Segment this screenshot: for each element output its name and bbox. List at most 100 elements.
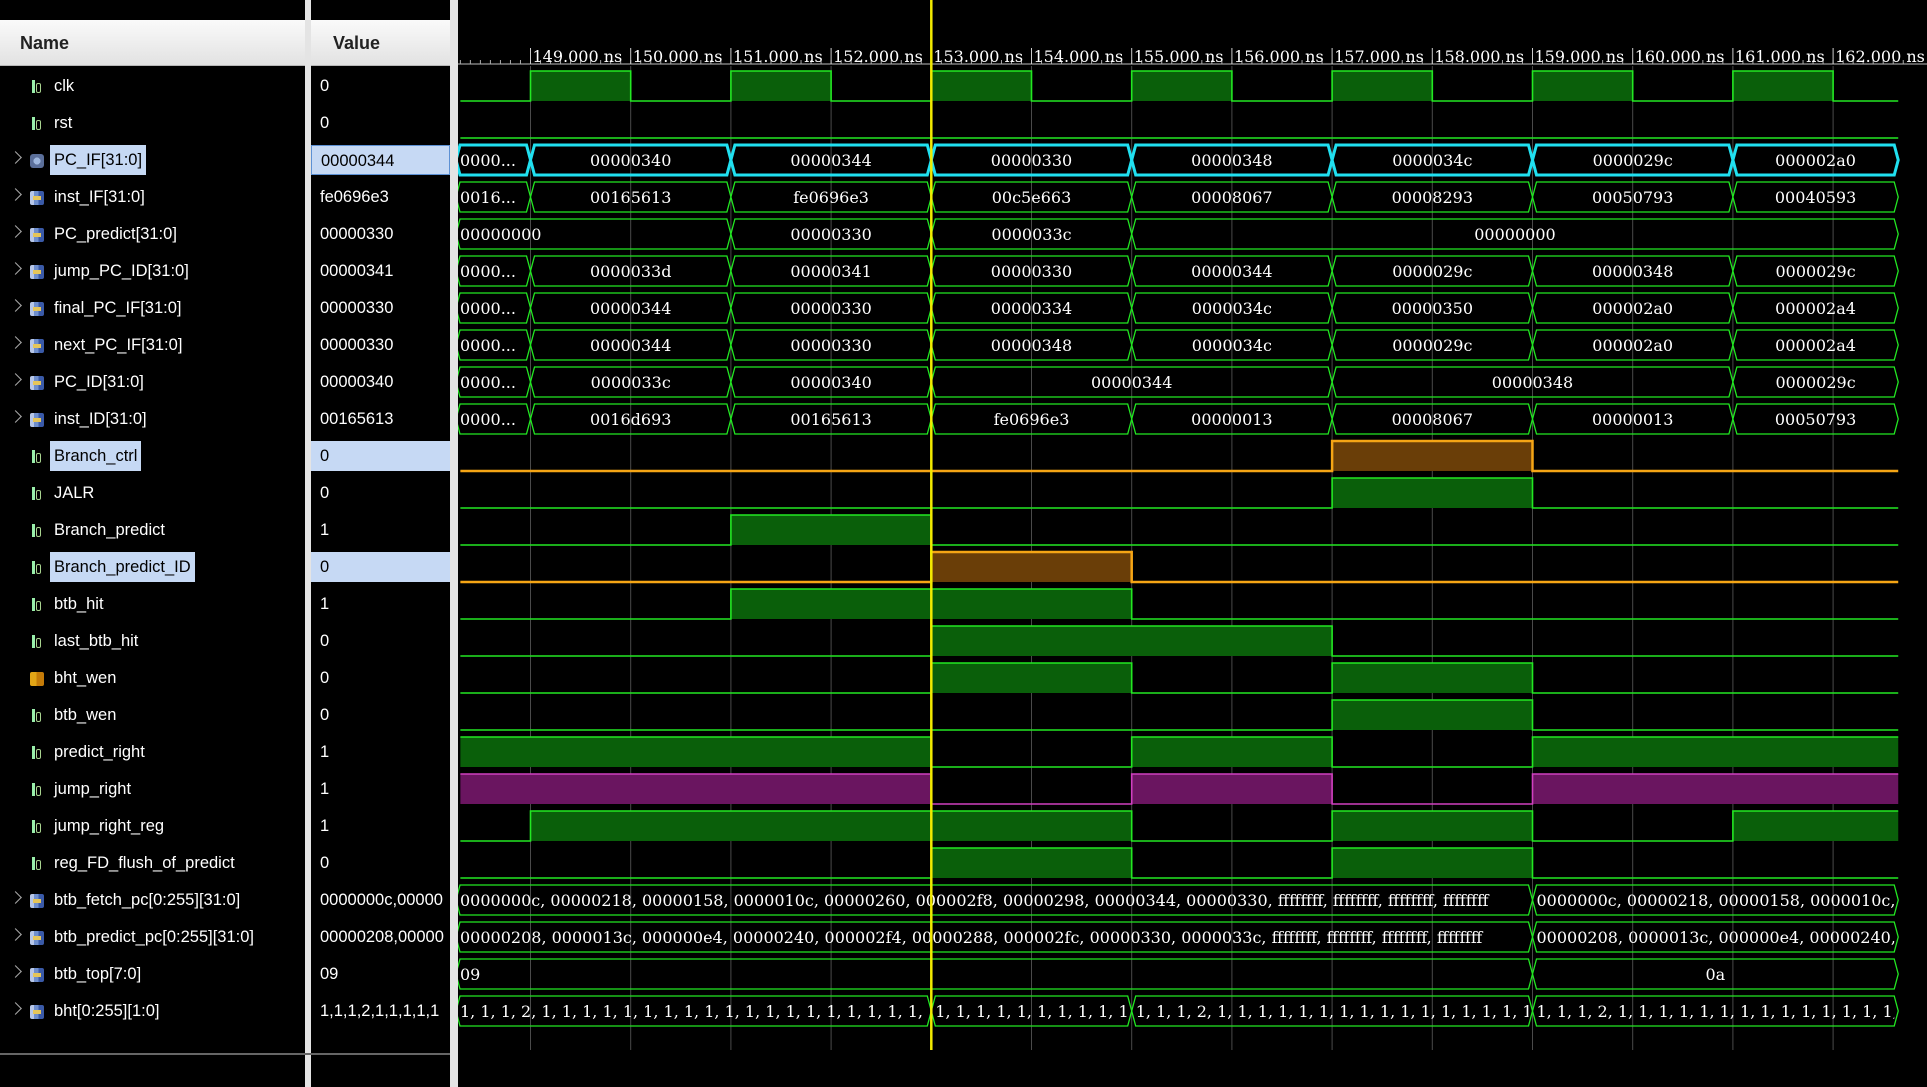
signal-name[interactable]: Branch_predict_ID — [50, 552, 195, 582]
expand-chevron-icon[interactable] — [9, 1002, 22, 1015]
expand-chevron-icon[interactable] — [9, 336, 22, 349]
signal-row[interactable]: Branch_predict_ID — [0, 552, 305, 582]
signal-row[interactable]: Branch_ctrl — [0, 441, 305, 471]
signal-value[interactable]: 0 — [311, 441, 450, 471]
signal-row[interactable]: bht_wen — [0, 663, 305, 693]
signal-name[interactable]: jump_right — [50, 774, 135, 804]
signal-row[interactable]: predict_right — [0, 737, 305, 767]
signal-name[interactable]: inst_ID[31:0] — [50, 404, 151, 434]
expand-chevron-icon[interactable] — [9, 225, 22, 238]
signal-row[interactable]: inst_IF[31:0] — [0, 182, 305, 212]
signal-name[interactable]: PC_IF[31:0] — [50, 145, 147, 175]
bit-signal-icon — [30, 561, 44, 575]
signal-value[interactable]: 00000340 — [311, 367, 450, 397]
signal-name[interactable]: bht_wen — [50, 663, 120, 693]
expand-chevron-icon[interactable] — [9, 410, 22, 423]
signal-value[interactable]: 0 — [311, 700, 450, 730]
signal-value[interactable]: 1 — [311, 811, 450, 841]
signal-value[interactable]: 00000330 — [311, 293, 450, 323]
signal-value[interactable]: 1 — [311, 737, 450, 767]
signal-value[interactable]: 0000000c,00000 — [311, 885, 450, 915]
signal-value[interactable]: 0 — [311, 552, 450, 582]
signal-name[interactable]: jump_PC_ID[31:0] — [50, 256, 193, 286]
signal-name[interactable]: final_PC_IF[31:0] — [50, 293, 186, 323]
expand-chevron-icon[interactable] — [9, 373, 22, 386]
signal-row[interactable]: bht[0:255][1:0] — [0, 996, 305, 1026]
signal-name[interactable]: JALR — [50, 478, 98, 508]
signal-row[interactable]: inst_ID[31:0] — [0, 404, 305, 434]
signal-name[interactable]: bht[0:255][1:0] — [50, 996, 164, 1026]
signal-row[interactable]: final_PC_IF[31:0] — [0, 293, 305, 323]
signal-name[interactable]: rst — [50, 108, 76, 138]
bus-signal-icon — [30, 265, 44, 279]
signal-value[interactable]: 00000208,00000 — [311, 922, 450, 952]
signal-name[interactable]: next_PC_IF[31:0] — [50, 330, 186, 360]
signal-row[interactable]: btb_fetch_pc[0:255][31:0] — [0, 885, 305, 915]
bit-high-region — [1532, 774, 1899, 804]
signal-name[interactable]: btb_top[7:0] — [50, 959, 145, 989]
expand-chevron-icon[interactable] — [9, 151, 22, 164]
signal-value[interactable]: 1,1,1,2,1,1,1,1,1 — [311, 996, 450, 1026]
value-column-header[interactable]: Value — [311, 20, 450, 66]
signal-value[interactable]: 00000330 — [311, 219, 450, 249]
expand-chevron-icon[interactable] — [9, 891, 22, 904]
name-column-header[interactable]: Name — [0, 20, 305, 66]
signal-name[interactable]: btb_wen — [50, 700, 120, 730]
signal-row[interactable]: Branch_predict — [0, 515, 305, 545]
signal-name[interactable]: predict_right — [50, 737, 149, 767]
signal-value[interactable]: 1 — [311, 589, 450, 619]
signal-value[interactable]: 00165613 — [311, 404, 450, 434]
signal-name[interactable]: btb_hit — [50, 589, 108, 619]
signal-name[interactable]: last_btb_hit — [50, 626, 142, 656]
signal-row[interactable]: rst — [0, 108, 305, 138]
signal-value[interactable]: 1 — [311, 774, 450, 804]
signal-row[interactable]: jump_right — [0, 774, 305, 804]
signal-name[interactable]: PC_ID[31:0] — [50, 367, 148, 397]
pc-bus-icon — [30, 154, 44, 168]
signal-value[interactable]: 09 — [311, 959, 450, 989]
signal-row[interactable]: clk — [0, 71, 305, 101]
bus-value-label: 00000334 — [991, 299, 1072, 318]
signal-row[interactable]: btb_hit — [0, 589, 305, 619]
signal-name[interactable]: Branch_predict — [50, 515, 169, 545]
signal-row[interactable]: JALR — [0, 478, 305, 508]
signal-value[interactable]: 0 — [311, 848, 450, 878]
signal-value[interactable]: 0 — [311, 108, 450, 138]
signal-value[interactable]: 00000341 — [311, 256, 450, 286]
signal-row[interactable]: btb_wen — [0, 700, 305, 730]
expand-chevron-icon[interactable] — [9, 262, 22, 275]
signal-name[interactable]: clk — [50, 71, 78, 101]
signal-name[interactable]: reg_FD_flush_of_predict — [50, 848, 239, 878]
signal-row[interactable]: btb_predict_pc[0:255][31:0] — [0, 922, 305, 952]
signal-value[interactable]: 0 — [311, 626, 450, 656]
signal-row[interactable]: jump_right_reg — [0, 811, 305, 841]
expand-chevron-icon[interactable] — [9, 188, 22, 201]
expand-chevron-icon[interactable] — [9, 965, 22, 978]
signal-name[interactable]: btb_fetch_pc[0:255][31:0] — [50, 885, 244, 915]
signal-value[interactable]: 0 — [311, 663, 450, 693]
signal-value[interactable]: 0 — [311, 478, 450, 508]
waveform-divider[interactable] — [450, 0, 458, 1087]
signal-name[interactable]: inst_IF[31:0] — [50, 182, 149, 212]
signal-row[interactable]: reg_FD_flush_of_predict — [0, 848, 305, 878]
signal-value[interactable]: 0 — [311, 71, 450, 101]
signal-name[interactable]: btb_predict_pc[0:255][31:0] — [50, 922, 258, 952]
signal-row[interactable]: next_PC_IF[31:0] — [0, 330, 305, 360]
signal-row[interactable]: btb_top[7:0] — [0, 959, 305, 989]
waveform-viewer[interactable]: 149.000 ns 150.000 ns 151.000 ns 152.000 ns… — [458, 0, 1927, 1087]
signal-row[interactable]: last_btb_hit — [0, 626, 305, 656]
signal-value[interactable]: 1 — [311, 515, 450, 545]
signal-value[interactable]: 00000330 — [311, 330, 450, 360]
expand-chevron-icon[interactable] — [9, 928, 22, 941]
signal-row[interactable]: PC_ID[31:0] — [0, 367, 305, 397]
signal-row[interactable]: PC_IF[31:0] — [0, 145, 305, 175]
signal-name[interactable]: Branch_ctrl — [50, 441, 142, 471]
signal-value[interactable]: 00000344 — [311, 145, 450, 175]
signal-name[interactable]: jump_right_reg — [50, 811, 168, 841]
bit-high-region — [1332, 478, 1533, 508]
signal-value[interactable]: fe0696e3 — [311, 182, 450, 212]
signal-name[interactable]: PC_predict[31:0] — [50, 219, 181, 249]
signal-row[interactable]: PC_predict[31:0] — [0, 219, 305, 249]
signal-row[interactable]: jump_PC_ID[31:0] — [0, 256, 305, 286]
expand-chevron-icon[interactable] — [9, 299, 22, 312]
